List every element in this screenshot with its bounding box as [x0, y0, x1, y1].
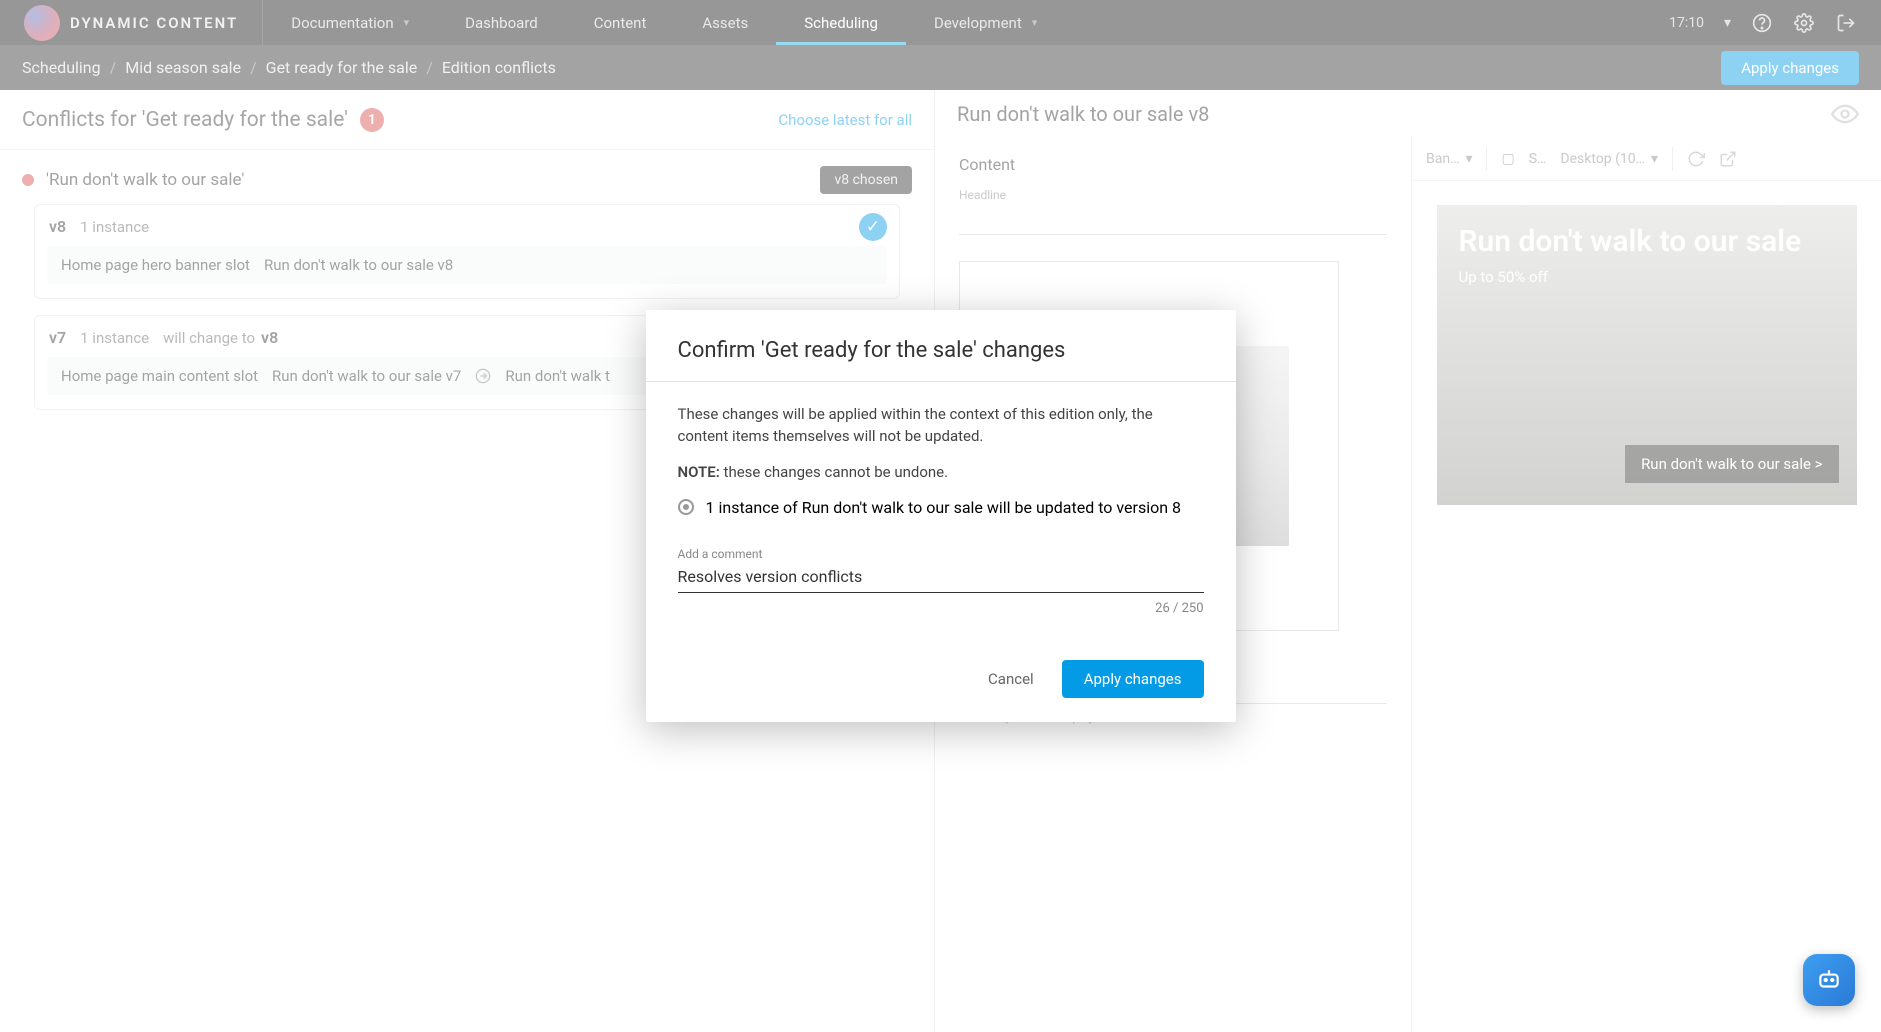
cancel-button[interactable]: Cancel — [978, 662, 1044, 696]
apply-changes-button[interactable]: Apply changes — [1062, 660, 1204, 698]
comment-char-count: 26 / 250 — [678, 601, 1204, 616]
modal-title: Confirm 'Get ready for the sale' changes — [678, 338, 1204, 363]
chat-assistant-button[interactable] — [1803, 954, 1855, 1006]
confirm-changes-modal: Confirm 'Get ready for the sale' changes… — [646, 310, 1236, 721]
modal-description-1: These changes will be applied within the… — [678, 404, 1204, 448]
bullet-icon — [678, 499, 694, 515]
modal-note: NOTE: these changes cannot be undone. — [678, 462, 1204, 484]
comment-label: Add a comment — [678, 547, 1204, 561]
comment-input[interactable] — [678, 561, 1204, 593]
modal-overlay: Confirm 'Get ready for the sale' changes… — [0, 0, 1881, 1032]
modal-bullet-text: 1 instance of Run don't walk to our sale… — [706, 498, 1182, 517]
